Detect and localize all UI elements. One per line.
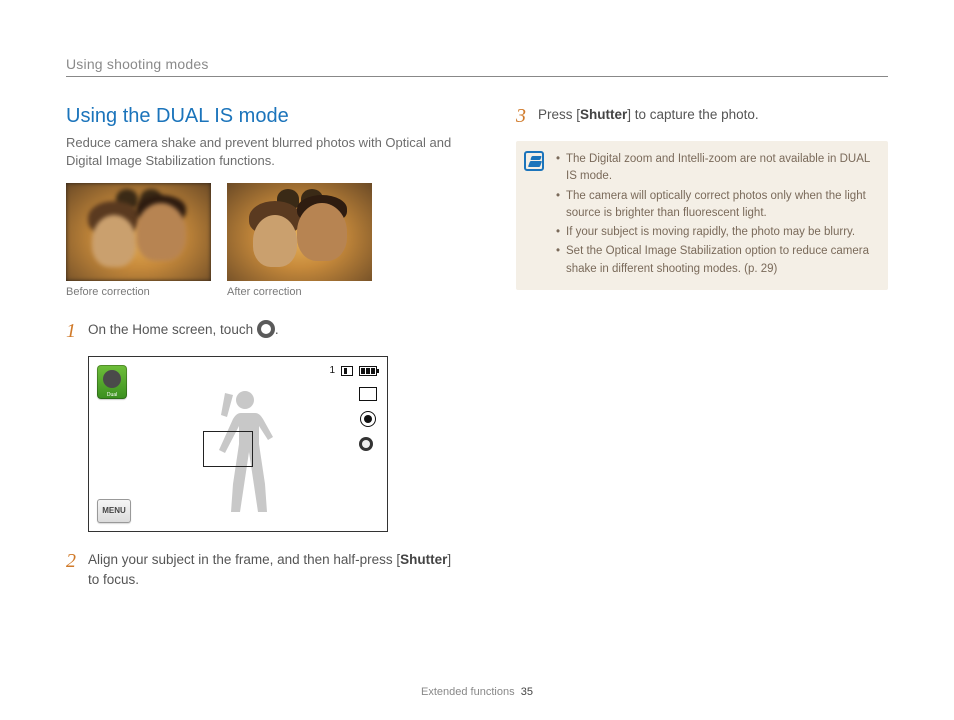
right-indicator-stack bbox=[359, 387, 377, 453]
step-text-before: Align your subject in the frame, and the… bbox=[88, 552, 400, 567]
before-photo bbox=[66, 183, 211, 281]
menu-button: MENU bbox=[97, 499, 131, 523]
step-text-after: ] to capture the photo. bbox=[627, 107, 758, 122]
shutter-bold: Shutter bbox=[400, 552, 447, 567]
step-1: 1 On the Home screen, touch . bbox=[66, 320, 466, 342]
after-item: After correction bbox=[227, 183, 372, 298]
step-number: 1 bbox=[66, 320, 88, 342]
step-3: 3 Press [Shutter] to capture the photo. bbox=[516, 105, 888, 127]
camera-lcd-preview: Dual MENU 1 bbox=[88, 356, 388, 532]
step-text: Align your subject in the frame, and the… bbox=[88, 550, 466, 589]
section-title: Using the DUAL IS mode bbox=[66, 105, 466, 128]
before-item: Before correction bbox=[66, 183, 211, 298]
step-text-before: Press [ bbox=[538, 107, 580, 122]
footer-section: Extended functions bbox=[421, 686, 515, 698]
mode-badge: Dual bbox=[97, 365, 127, 399]
battery-icon bbox=[359, 366, 377, 376]
photo-size-icon bbox=[359, 387, 377, 401]
note-item: The camera will optically correct photos… bbox=[556, 188, 876, 223]
comparison-row: Before correction After correction bbox=[66, 183, 466, 298]
section-intro: Reduce camera shake and prevent blurred … bbox=[66, 134, 466, 169]
left-column: Using the DUAL IS mode Reduce camera sha… bbox=[66, 105, 466, 603]
note-item: If your subject is moving rapidly, the p… bbox=[556, 224, 876, 241]
shutter-bold: Shutter bbox=[580, 107, 627, 122]
note-item: Set the Optical Image Stabilization opti… bbox=[556, 243, 876, 278]
step-number: 2 bbox=[66, 550, 88, 589]
step-text-before: On the Home screen, touch bbox=[88, 322, 257, 337]
ois-icon bbox=[359, 437, 377, 453]
page-footer: Extended functions 35 bbox=[0, 686, 954, 698]
note-icon bbox=[524, 151, 544, 171]
breadcrumb: Using shooting modes bbox=[66, 56, 888, 77]
step-text-after: . bbox=[275, 322, 279, 337]
note-list: The Digital zoom and Intelli-zoom are no… bbox=[556, 151, 876, 278]
right-column: 3 Press [Shutter] to capture the photo. … bbox=[516, 105, 888, 603]
step-text: On the Home screen, touch . bbox=[88, 320, 466, 342]
after-photo bbox=[227, 183, 372, 281]
page-number: 35 bbox=[521, 686, 533, 698]
dual-is-icon bbox=[257, 320, 275, 338]
shots-remaining: 1 bbox=[329, 365, 335, 376]
status-bar: 1 bbox=[329, 365, 377, 376]
focus-rectangle bbox=[203, 431, 253, 467]
note-item: The Digital zoom and Intelli-zoom are no… bbox=[556, 151, 876, 186]
sd-card-icon bbox=[341, 366, 353, 376]
quality-icon bbox=[360, 411, 376, 427]
step-text: Press [Shutter] to capture the photo. bbox=[538, 105, 888, 127]
note-box: The Digital zoom and Intelli-zoom are no… bbox=[516, 141, 888, 290]
mode-label: Dual bbox=[97, 392, 127, 398]
after-caption: After correction bbox=[227, 286, 372, 298]
step-2: 2 Align your subject in the frame, and t… bbox=[66, 550, 466, 589]
step-number: 3 bbox=[516, 105, 538, 127]
before-caption: Before correction bbox=[66, 286, 211, 298]
